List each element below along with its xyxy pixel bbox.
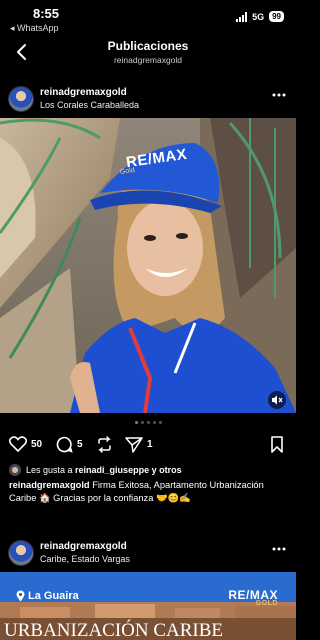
signal-icon xyxy=(236,11,248,22)
brand-logo: RE/MAX GOLD xyxy=(228,588,278,607)
back-to-app-link[interactable]: ◂ WhatsApp xyxy=(10,23,59,34)
avatar[interactable] xyxy=(8,540,34,566)
post-caption: reinadgremaxgold Firma Exitosa, Apartame… xyxy=(9,479,289,505)
like-button[interactable]: 50 xyxy=(9,436,42,452)
liked-by-prefix: Les gusta a xyxy=(26,465,76,475)
post-username[interactable]: reinadgremaxgold xyxy=(40,87,127,98)
carousel-dot xyxy=(146,421,150,424)
comment-button[interactable]: 5 xyxy=(56,436,83,453)
share-count: 1 xyxy=(147,439,153,450)
liked-by[interactable]: Les gusta a reinadi_giuseppe y otros xyxy=(9,464,182,476)
page-subtitle: reinadgremaxgold xyxy=(113,55,183,65)
comment-icon xyxy=(56,436,73,453)
bookmark-icon[interactable] xyxy=(270,436,284,453)
status-indicators: 5G 99 xyxy=(236,11,284,22)
post-location[interactable]: Los Corales Caraballeda xyxy=(40,100,139,110)
carousel-indicator xyxy=(0,421,296,424)
banner-location-text: La Guaira xyxy=(28,590,79,602)
network-label: 5G xyxy=(252,11,265,22)
carousel-dot xyxy=(158,421,162,424)
liked-by-avatar xyxy=(9,464,21,476)
page-header: Publicaciones reinadgremaxgold xyxy=(0,36,296,76)
battery-icon: 99 xyxy=(269,11,284,22)
banner-title: URBANIZACIÓN CARIBE xyxy=(4,620,224,640)
share-button[interactable]: 1 xyxy=(125,436,153,453)
liked-by-user[interactable]: reinadi_giuseppe xyxy=(75,465,149,475)
repost-icon xyxy=(98,436,111,453)
comment-count: 5 xyxy=(77,439,83,450)
post-photo[interactable]: La Guaira RE/MAX GOLD URBANIZACIÓN CARIB… xyxy=(0,572,296,640)
post-location[interactable]: Caribe, Estado Vargas xyxy=(40,554,130,564)
post-header: reinadgremaxgold Los Corales Caraballeda xyxy=(0,83,296,119)
location-pin-icon xyxy=(16,590,25,602)
carousel-dot xyxy=(140,421,144,424)
liked-by-suffix: y otros xyxy=(149,465,182,475)
heart-icon xyxy=(9,436,27,452)
page-title: Publicaciones xyxy=(107,39,189,53)
status-time: 8:55 xyxy=(33,6,60,21)
carousel-dot-active xyxy=(134,421,138,424)
status-bar: 8:55 ◂ WhatsApp 5G 99 xyxy=(0,0,296,36)
carousel-dot xyxy=(152,421,156,424)
post-username[interactable]: reinadgremaxgold xyxy=(40,541,127,552)
mute-icon[interactable] xyxy=(268,391,286,409)
post-actions: 50 5 1 xyxy=(0,436,296,456)
more-options-icon[interactable] xyxy=(272,93,286,97)
like-count: 50 xyxy=(31,438,43,450)
banner-location: La Guaira xyxy=(16,590,79,602)
avatar[interactable] xyxy=(8,86,34,112)
post-photo[interactable]: RE/MAX Gold xyxy=(0,118,296,413)
more-options-icon[interactable] xyxy=(272,547,286,551)
send-icon xyxy=(125,437,143,453)
post-header: reinadgremaxgold Caribe, Estado Vargas xyxy=(0,537,296,573)
caption-username[interactable]: reinadgremaxgold xyxy=(9,480,90,490)
repost-button[interactable] xyxy=(96,436,113,453)
